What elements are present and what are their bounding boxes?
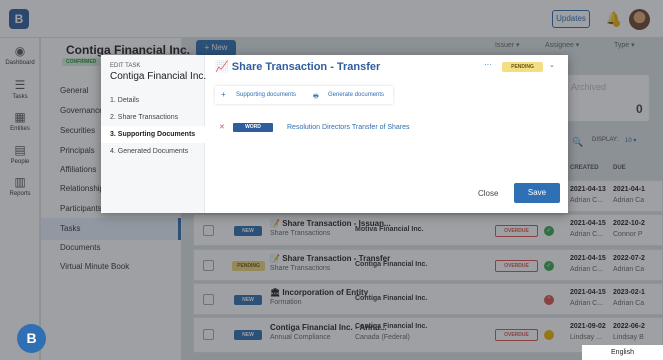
remove-document-icon[interactable]: ✕	[219, 123, 225, 131]
save-button[interactable]: Save	[514, 183, 560, 203]
add-icon[interactable]: +	[221, 90, 226, 99]
document-type-badge: WORD	[233, 123, 273, 132]
task-status-badge: PENDING	[502, 62, 543, 72]
tab-supporting-documents[interactable]: Supporting documents	[236, 92, 296, 98]
language-selector[interactable]: English	[582, 345, 663, 360]
modal-company: Contiga Financial Inc.	[110, 71, 207, 82]
step-generated-documents[interactable]: 4. Generated Documents	[110, 148, 188, 155]
step-supporting-documents[interactable]: 3. Supporting Documents	[110, 131, 195, 138]
step-details[interactable]: 1. Details	[110, 97, 139, 104]
document-link[interactable]: Resolution Directors Transfer of Shares	[287, 124, 410, 131]
transaction-icon: 📈	[215, 61, 229, 73]
tab-generate-documents[interactable]: Generate documents	[328, 92, 384, 98]
chevron-down-icon[interactable]: ⌄	[549, 61, 555, 69]
more-options-button[interactable]: ···	[484, 60, 492, 69]
print-icon[interactable]: 🖶	[313, 92, 319, 102]
close-button[interactable]: Close	[478, 189, 498, 198]
step-share-transactions[interactable]: 2. Share Transactions	[110, 114, 178, 121]
modal-title: 📈 Share Transaction - Transfer	[215, 61, 381, 73]
help-chat-button[interactable]: B	[17, 324, 46, 353]
modal-eyebrow: EDIT TASK	[110, 63, 141, 69]
